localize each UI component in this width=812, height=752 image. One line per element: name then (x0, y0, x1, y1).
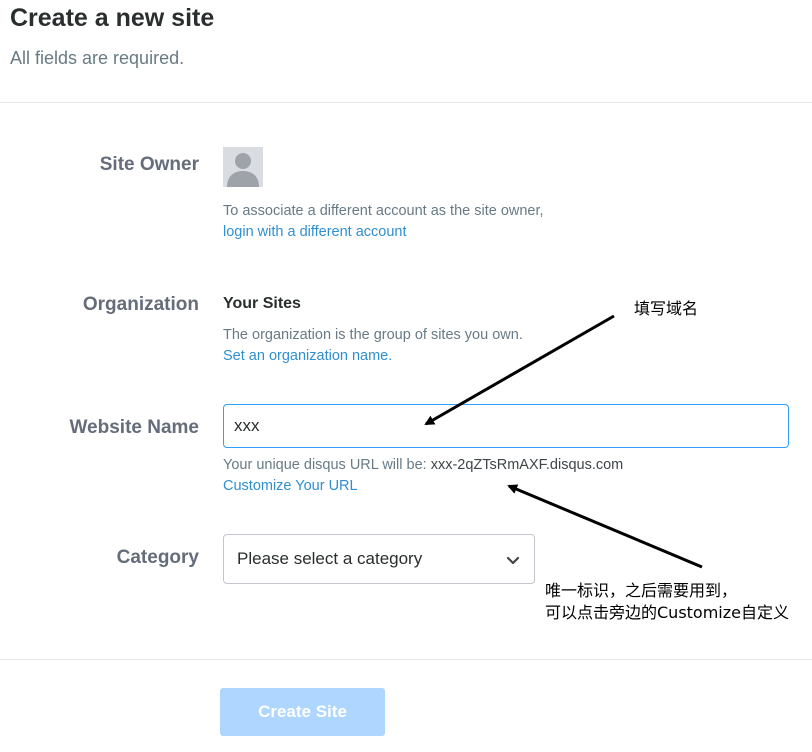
url-arrow (507, 484, 703, 569)
domain-arrow (424, 314, 615, 426)
url-annotation-line1: 唯一标识，之后需要用到， (545, 581, 738, 600)
annotation-arrows (424, 314, 703, 569)
url-annotation: 唯一标识，之后需要用到， 可以点击旁边的Customize自定义 (545, 580, 789, 624)
url-annotation-line2: 可以点击旁边的Customize自定义 (545, 603, 789, 622)
domain-annotation: 填写域名 (634, 299, 699, 318)
